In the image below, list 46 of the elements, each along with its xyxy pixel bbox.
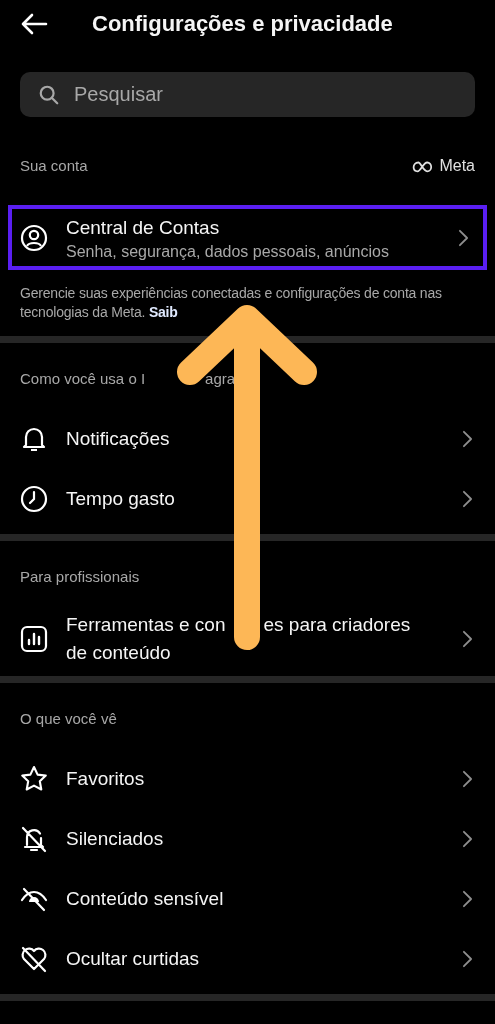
chevron-icon — [462, 490, 473, 508]
chevron-icon — [462, 630, 473, 648]
star-icon — [20, 765, 48, 793]
clock-icon — [20, 485, 48, 513]
settings-item[interactable]: Ocultar curtidas — [0, 929, 495, 989]
settings-item[interactable]: Ferramentas e con es para criadores de conteúdo — [0, 607, 495, 671]
section-heading: agra — [205, 370, 236, 387]
item-label: Favoritos — [66, 767, 146, 791]
chevron-icon — [462, 890, 473, 908]
settings-item[interactable]: Silenciados — [0, 809, 495, 869]
item-label: es para criadores — [263, 613, 411, 637]
settings-item[interactable]: Notificações — [0, 409, 495, 469]
item-label: Ocultar curtidas — [66, 947, 201, 971]
hidden-eye-icon — [20, 885, 48, 913]
item-label: Silenciados — [66, 827, 165, 851]
chart-icon — [20, 625, 48, 653]
bell-icon — [20, 425, 48, 453]
section-heading: Sua conta — [20, 157, 88, 174]
page-title: Configurações e privacidade — [92, 11, 393, 37]
item-label: Notificações — [66, 427, 171, 451]
chevron-icon — [462, 430, 473, 448]
item-label: Central de Contas — [66, 215, 221, 240]
search-field[interactable]: Pesquisar — [20, 72, 475, 117]
chevron-icon — [462, 950, 473, 968]
section-heading: Para profissionais — [20, 568, 140, 585]
item-label: Ferramentas e con — [66, 613, 226, 637]
person-circle-icon — [20, 223, 48, 252]
chevron-icon — [462, 770, 473, 788]
hidden-heart-icon — [20, 945, 48, 973]
item-label: Tempo gasto — [66, 487, 176, 511]
chevron-icon — [458, 228, 469, 247]
back-icon[interactable] — [20, 12, 48, 36]
item-label: Conteúdo sensível — [66, 887, 225, 911]
settings-item[interactable]: Favoritos — [0, 749, 495, 809]
item-label: de conteúdo — [66, 641, 172, 665]
settings-item[interactable]: Central de Contas Senha, segurança, dados pessoais, anúncios — [8, 205, 487, 270]
chevron-icon — [462, 830, 473, 848]
item-subtitle: Senha, segurança, dados pessoais, anúncios — [66, 241, 390, 262]
section-heading: Como você usa o I — [20, 370, 146, 387]
brand-name: Meta — [439, 157, 475, 175]
settings-item[interactable]: Tempo gasto — [0, 469, 495, 529]
muted-bell-icon — [20, 825, 48, 853]
learn-more-link[interactable]: Saib — [148, 304, 178, 320]
settings-item[interactable]: Conteúdo sensível — [0, 869, 495, 929]
account-center-description: Gerencie suas experiências conectadas e configurações de conta nas tecnologias da Meta. Saib — [20, 284, 443, 322]
section-heading: O que você vê — [20, 710, 117, 727]
